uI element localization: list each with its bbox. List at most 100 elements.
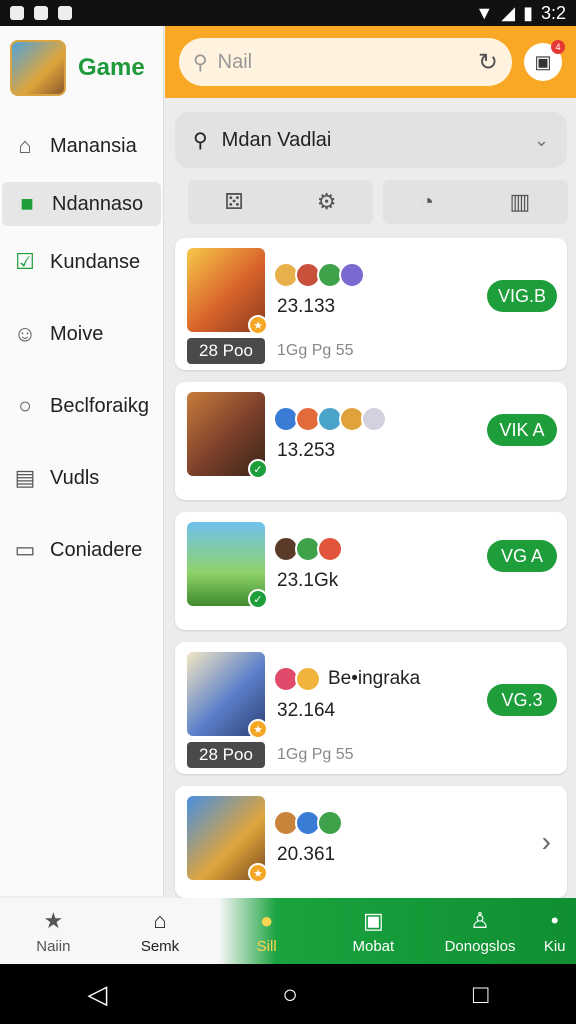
wifi-icon: ▼ (475, 2, 494, 23)
tab-label: Mobat (352, 937, 395, 955)
sidebar-item-label: Moive (50, 322, 104, 345)
book-icon[interactable]: ▥ (509, 189, 530, 215)
chevron-down-icon: ⌄ (533, 129, 549, 150)
game-thumbnail: ★ (187, 248, 268, 335)
sidebar-item-label: Vudls (50, 466, 100, 489)
action-button[interactable]: VIK A (487, 414, 557, 446)
player-avatars (273, 406, 387, 432)
bag-icon: ■ (20, 191, 34, 216)
avatar (361, 406, 387, 432)
star-badge-icon: ★ (248, 719, 268, 739)
tool-row: ⚄ ⚙ ◔ ▥ (188, 180, 568, 224)
recents-icon[interactable]: □ (473, 979, 489, 1010)
star-icon: ★ (43, 907, 64, 933)
notification-icon (34, 6, 48, 20)
dice-icon[interactable]: ⚄ (225, 189, 244, 215)
game-card[interactable]: ✓ 13.253 VIK A (175, 382, 567, 500)
search-icon: ⚲ (193, 51, 208, 74)
game-stat: 13.253 (277, 440, 336, 461)
leaf-icon: ● (260, 907, 274, 933)
filter-label: Mdan Vadlai (221, 128, 332, 151)
game-logo-icon (10, 40, 66, 96)
home-icon[interactable]: ○ (282, 979, 298, 1010)
game-card[interactable]: ★ 20.361 › (175, 786, 567, 898)
game-card[interactable]: ✓ 23.1Gk VG A (175, 512, 567, 630)
tab-naiin[interactable]: ★ Naiin (0, 898, 107, 964)
game-thumbnail: ★ (187, 796, 268, 883)
sidebar-item-label: Kundanse (50, 250, 141, 273)
star-badge-icon: ★ (248, 863, 268, 883)
gear-icon[interactable]: ⚙ (317, 189, 337, 215)
sidebar-item-vudls[interactable]: ▤ Vudls (0, 442, 163, 514)
more-icon: • (550, 907, 559, 933)
battery-icon: ▮ (523, 2, 533, 23)
game-stat: 20.361 (277, 844, 336, 865)
action-button[interactable]: VIG.B (487, 280, 557, 312)
tab-label: Naiin (36, 937, 71, 955)
bottom-tab-bar: ★ Naiin ⌂ Semk ● Sill ▣ Mobat ♙ Donogslo… (0, 898, 576, 964)
game-stat: 23.1Gk (277, 570, 339, 591)
bag-icon: ▣ (362, 907, 384, 933)
search-icon: ○ (18, 393, 32, 418)
clock: 3:2 (540, 2, 566, 23)
player-avatars (273, 666, 321, 692)
system-nav-bar: ◁ ○ □ (0, 964, 576, 1024)
chevron-right-icon[interactable]: › (542, 826, 551, 858)
game-thumbnail: ✓ (187, 392, 268, 479)
gauge-icon[interactable]: ◔ (421, 189, 434, 215)
player-avatars (273, 810, 343, 836)
cart-button[interactable]: ▣ 4 (524, 40, 565, 81)
user-icon: ♙ (470, 907, 490, 933)
search-placeholder: Nail (217, 50, 253, 73)
sidebar-item-kundanse[interactable]: ☑ Kundanse (0, 226, 163, 298)
tab-label: Donogslos (444, 937, 516, 955)
check-badge-icon: ✓ (248, 589, 268, 609)
tab-kiu[interactable]: • Kiu (533, 898, 576, 964)
game-stat: 32.164 (277, 700, 336, 721)
tab-label: Semk (140, 937, 180, 955)
sidebar-item-beclforaikg[interactable]: ○ Beclforaikg (0, 370, 163, 442)
search-input[interactable]: ⚲ Nail ↻ (179, 38, 512, 86)
game-meta: 1Gg Pg 55 (277, 342, 354, 359)
tool-group: ⚄ ⚙ (188, 180, 373, 224)
cart-badge: 4 (551, 40, 565, 54)
action-button[interactable]: VG A (487, 540, 557, 572)
game-card[interactable]: ★ 23.133 VIG.B 28 Poo 1Gg Pg 55 (175, 238, 567, 370)
refresh-icon[interactable]: ↻ (478, 48, 498, 77)
sidebar-item-coniadere[interactable]: ▭ Coniadere (0, 514, 163, 586)
check-icon: ☑ (15, 249, 35, 274)
avatar (317, 536, 343, 562)
player-avatars (273, 262, 365, 288)
sidebar-item-moive[interactable]: ☺ Moive (0, 298, 163, 370)
back-icon[interactable]: ◁ (87, 979, 107, 1010)
tab-label: Sill (256, 937, 277, 955)
game-card[interactable]: ★ Be•ingraka 32.164 VG.3 28 Poo 1Gg Pg 5… (175, 642, 567, 774)
check-badge-icon: ✓ (248, 459, 268, 479)
star-badge-icon: ★ (248, 315, 268, 335)
tab-semk[interactable]: ⌂ Semk (107, 898, 214, 964)
price-tag: 28 Poo (187, 742, 265, 768)
sidebar-item-manansia[interactable]: ⌂ Manansia (0, 110, 163, 182)
signal-icon: ◢ (501, 2, 516, 23)
cart-icon: ▣ (534, 51, 552, 72)
brand-name: Game (78, 54, 145, 81)
tab-donogslos[interactable]: ♙ Donogslos (427, 898, 534, 964)
doc-icon: ▤ (14, 465, 36, 490)
price-tag: 28 Poo (187, 338, 265, 364)
filter-dropdown[interactable]: ⚲ Mdan Vadlai ⌄ (175, 112, 567, 168)
tab-sill[interactable]: ● Sill (213, 898, 320, 964)
tab-label: Kiu (543, 937, 566, 955)
notification-icon (10, 6, 24, 20)
action-button[interactable]: VG.3 (487, 684, 557, 716)
status-bar: ▼ ◢ ▮ 3:2 (0, 0, 576, 26)
tab-mobat[interactable]: ▣ Mobat (320, 898, 427, 964)
sidebar-item-ndannaso[interactable]: ■ Ndannaso (2, 182, 161, 226)
card-icon: ▭ (14, 537, 36, 562)
notification-icon (58, 6, 72, 20)
person-icon: ☺ (13, 321, 37, 346)
game-thumbnail: ★ (187, 652, 268, 739)
game-title: Be•ingraka (328, 668, 421, 689)
brand[interactable]: Game (0, 26, 163, 110)
home-icon: ⌂ (153, 907, 167, 933)
avatar (295, 666, 321, 692)
